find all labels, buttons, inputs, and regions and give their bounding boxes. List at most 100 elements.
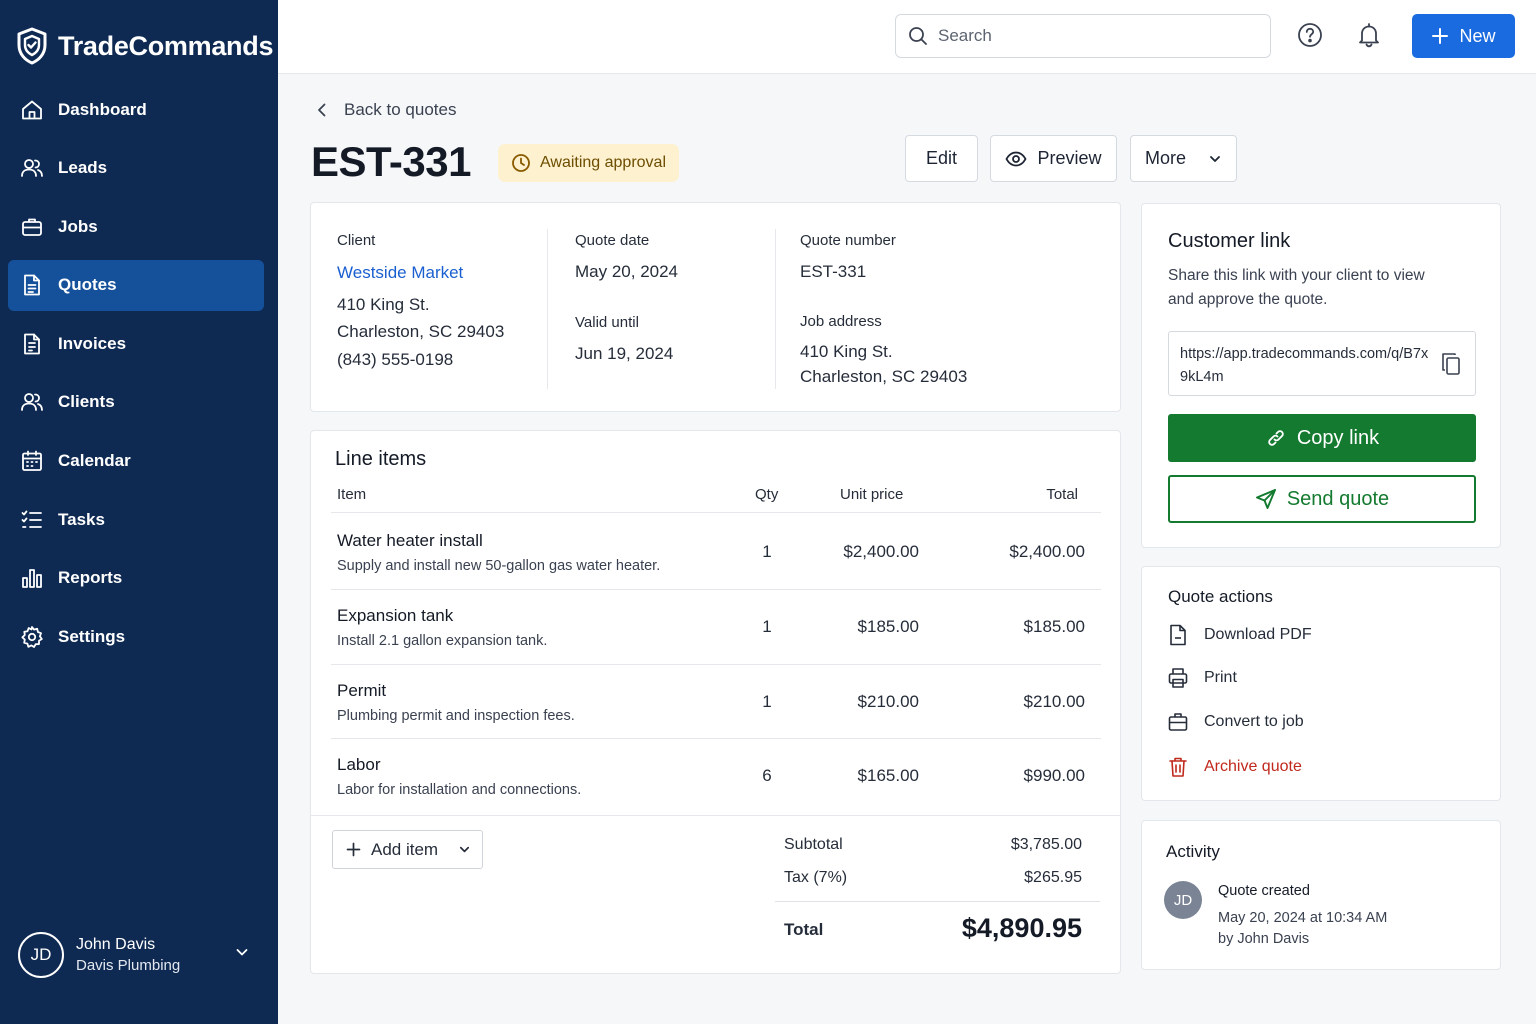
sidebar-item-invoices[interactable]: Invoices — [8, 318, 264, 369]
sidebar-item-label: Jobs — [58, 216, 98, 236]
item-total: $2,400.00 — [1009, 542, 1085, 561]
quote-date: May 20, 2024 — [575, 262, 679, 281]
client-label: Client — [337, 232, 376, 249]
back-link-label: Back to quotes — [344, 100, 457, 119]
customer-link-title: Customer link — [1168, 230, 1291, 252]
search-box[interactable] — [895, 14, 1271, 58]
quote-actions-card: Quote actions Download PDF Print Convert… — [1141, 566, 1501, 801]
clock-icon — [511, 153, 531, 173]
help-icon[interactable] — [1297, 22, 1323, 48]
client-name-link[interactable]: Westside Market — [337, 259, 463, 287]
table-row[interactable]: Expansion tank Install 2.1 gallon expans… — [331, 588, 1101, 663]
customer-link-card: Customer link Share this link with your … — [1141, 203, 1501, 548]
table-row[interactable]: Water heater install Supply and install … — [331, 513, 1101, 588]
chevron-down-icon[interactable] — [234, 944, 250, 960]
bell-icon[interactable] — [1356, 22, 1382, 48]
line-items-title: Line items — [335, 448, 427, 470]
users-icon — [20, 390, 44, 414]
avatar: JD — [18, 932, 64, 978]
table-row[interactable]: Labor Labor for installation and connect… — [331, 737, 1101, 812]
item-total: $210.00 — [1023, 692, 1085, 711]
sidebar-item-label: Settings — [58, 626, 126, 646]
chevron-down-icon — [458, 843, 471, 856]
subtotal-value: $3,785.00 — [1010, 836, 1082, 853]
brand[interactable]: TradeCommands — [16, 26, 273, 66]
client-city: Charleston, SC 29403 — [337, 322, 505, 341]
add-item-button[interactable]: Add item — [332, 830, 483, 869]
client-street: 410 King St. — [337, 295, 430, 314]
table-row[interactable]: Permit Plumbing permit and inspection fe… — [331, 663, 1101, 738]
chevron-left-icon — [316, 102, 328, 118]
item-qty: 6 — [762, 766, 772, 785]
list-icon — [20, 508, 44, 532]
copy-link-button[interactable]: Copy link — [1168, 414, 1476, 462]
sidebar-item-label: Reports — [58, 568, 123, 588]
sidebar-nav: Dashboard Leads Jobs Quotes Invoices Cli… — [8, 84, 264, 670]
sidebar: TradeCommands Dashboard Leads Jobs Quote… — [0, 0, 278, 1024]
action-label: Download PDF — [1204, 626, 1312, 643]
preview-button-label: Preview — [1037, 148, 1102, 168]
file-download-icon — [1168, 624, 1188, 646]
user-name: John Davis — [76, 936, 156, 954]
sidebar-item-quotes[interactable]: Quotes — [8, 259, 264, 311]
preview-button[interactable]: Preview — [990, 135, 1117, 182]
link-icon — [1265, 427, 1287, 449]
sidebar-item-calendar[interactable]: Calendar — [8, 436, 264, 487]
copy-icon[interactable] — [1441, 352, 1461, 376]
sidebar-item-label: Leads — [58, 158, 108, 178]
eye-icon — [1005, 151, 1028, 167]
item-name: Permit — [337, 681, 387, 700]
activity-author: by John Davis — [1218, 931, 1310, 947]
user-menu[interactable]: JD John Davis Davis Plumbing — [18, 930, 258, 980]
search-icon — [908, 26, 928, 46]
total-value: $4,890.95 — [961, 913, 1082, 943]
home-icon — [20, 98, 44, 122]
more-menu-button[interactable]: More — [1130, 135, 1237, 182]
print-action[interactable]: Print — [1168, 667, 1237, 689]
status-label: Awaiting approval — [540, 154, 667, 171]
sidebar-item-leads[interactable]: Leads — [8, 143, 264, 194]
item-total: $990.00 — [1023, 766, 1085, 785]
new-button[interactable]: New — [1412, 14, 1515, 58]
status-badge: Awaiting approval — [498, 144, 680, 182]
item-unit-price: $165.00 — [857, 766, 919, 785]
client-phone[interactable]: (843) 555-0198 — [337, 346, 453, 374]
download-pdf-action[interactable]: Download PDF — [1168, 624, 1312, 646]
briefcase-icon — [20, 215, 44, 239]
item-name: Labor — [337, 755, 381, 774]
item-description: Install 2.1 gallon expansion tank. — [337, 633, 548, 649]
send-icon — [1255, 488, 1277, 510]
archive-quote-action[interactable]: Archive quote — [1168, 756, 1302, 778]
item-qty: 1 — [762, 542, 772, 561]
edit-button[interactable]: Edit — [905, 135, 978, 182]
sidebar-item-settings[interactable]: Settings — [8, 611, 264, 662]
column-header-total: Total — [1046, 486, 1078, 503]
column-header-item: Item — [337, 486, 367, 503]
send-quote-button[interactable]: Send quote — [1168, 475, 1476, 523]
convert-to-job-action[interactable]: Convert to job — [1168, 711, 1304, 733]
activity-card: Activity JD Quote created May 20, 2024 a… — [1141, 820, 1501, 970]
item-name: Expansion tank — [337, 606, 454, 625]
plus-icon — [346, 842, 361, 857]
sidebar-item-dashboard[interactable]: Dashboard — [8, 84, 264, 135]
invoice-icon — [20, 332, 44, 356]
subtotal-label: Subtotal — [784, 836, 843, 853]
sidebar-item-clients[interactable]: Clients — [8, 377, 264, 428]
users-icon — [20, 156, 44, 180]
search-input[interactable] — [938, 26, 1238, 46]
sidebar-item-tasks[interactable]: Tasks — [8, 494, 264, 545]
sidebar-item-label: Clients — [58, 392, 115, 412]
action-label: Print — [1204, 669, 1237, 686]
item-unit-price: $210.00 — [857, 692, 919, 711]
activity-title: Activity — [1166, 842, 1220, 861]
divider — [775, 901, 1100, 902]
item-total: $185.00 — [1023, 617, 1085, 636]
back-link[interactable]: Back to quotes — [316, 100, 456, 120]
quote-actions-title: Quote actions — [1168, 587, 1273, 606]
customer-link-field[interactable]: https://app.tradecommands.com/q/B7x9kL4m — [1168, 331, 1476, 396]
sidebar-item-reports[interactable]: Reports — [8, 553, 264, 604]
sidebar-item-jobs[interactable]: Jobs — [8, 201, 264, 252]
printer-icon — [1168, 667, 1188, 689]
quote-number-label: Quote number — [800, 232, 896, 249]
topbar: New — [278, 0, 1536, 74]
